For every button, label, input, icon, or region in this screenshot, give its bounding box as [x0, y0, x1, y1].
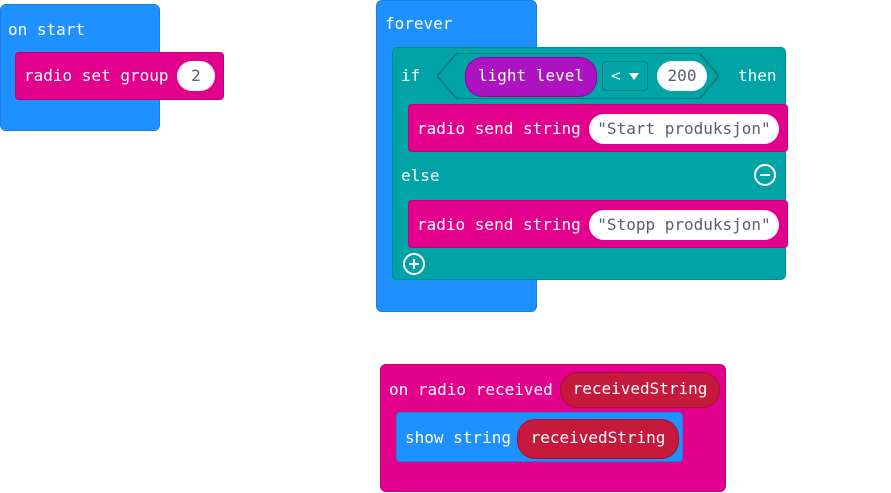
show-string-block[interactable]: show string receivedString — [396, 412, 683, 462]
received-string-parameter[interactable]: receivedString — [560, 372, 720, 408]
on-start-label: on start — [8, 20, 86, 39]
operator-dropdown[interactable]: < — [602, 61, 648, 91]
threshold-input[interactable]: 200 — [657, 61, 707, 91]
radio-send-string-label-1: radio send string — [417, 119, 581, 138]
light-level-reporter[interactable]: light level — [465, 57, 597, 97]
radio-send-string-block-1[interactable]: radio send string "Start produksjon" — [408, 104, 788, 152]
show-string-label: show string — [405, 428, 511, 447]
show-string-argument[interactable]: receivedString — [517, 419, 679, 459]
start-string-input[interactable]: "Start produksjon" — [589, 114, 779, 144]
else-label: else — [401, 166, 440, 185]
if-label: if — [401, 66, 421, 85]
group-number-input[interactable]: 2 — [177, 61, 215, 91]
radio-send-string-block-2[interactable]: radio send string "Stopp produksjon" — [408, 200, 788, 248]
radio-send-string-label-2: radio send string — [417, 215, 581, 234]
dropdown-arrow-icon — [629, 73, 639, 80]
add-branch-icon[interactable] — [403, 253, 425, 275]
on-radio-received-label: on radio received — [389, 380, 553, 399]
operator-label: < — [611, 66, 621, 85]
forever-label: forever — [385, 14, 453, 33]
radio-set-group-block[interactable]: radio set group 2 — [15, 52, 224, 100]
stop-string-input[interactable]: "Stopp produksjon" — [589, 210, 779, 240]
remove-else-icon[interactable] — [754, 164, 776, 186]
radio-set-group-label: radio set group — [24, 66, 169, 85]
then-label: then — [738, 66, 777, 85]
